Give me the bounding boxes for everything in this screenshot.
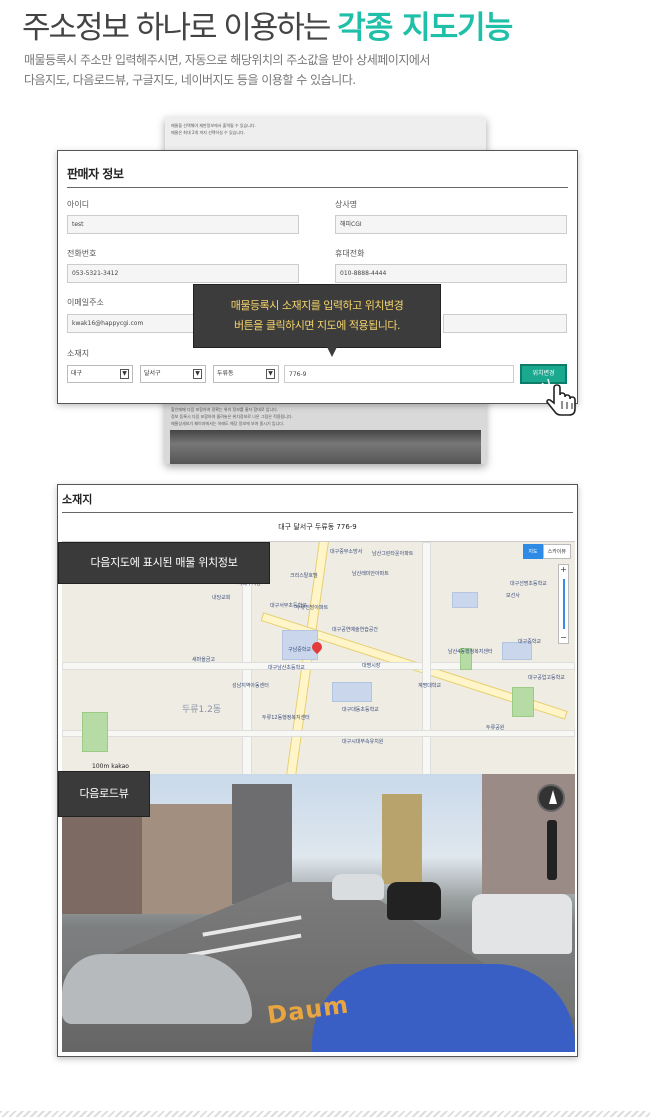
compass-icon[interactable] bbox=[537, 784, 565, 812]
map-label: 두류1.2동 bbox=[182, 705, 222, 715]
mobile-field[interactable]: 010-8888-4444 bbox=[335, 264, 567, 283]
map-label: 내당교회 bbox=[212, 595, 231, 601]
dong-select-value: 두류동 bbox=[217, 370, 234, 377]
chevron-down-icon: ▼ bbox=[120, 369, 129, 379]
zoom-out-button[interactable]: − bbox=[559, 633, 568, 643]
map-road bbox=[422, 542, 431, 774]
phone-label: 전화번호 bbox=[67, 249, 97, 258]
background-note-4: 정보 등록시 다음 포함하여 올려놓은 위치정보로 나온 그림은 적용됩니다. bbox=[171, 414, 293, 419]
map-label: 대구중부소방서 bbox=[330, 549, 363, 555]
map-label: 대구중학교 bbox=[518, 639, 542, 645]
background-photo bbox=[170, 430, 481, 464]
dong-select[interactable]: 두류동 ▼ bbox=[213, 365, 279, 383]
id-label: 아이디 bbox=[67, 200, 90, 209]
hero-desc-line-2: 다음지도, 다음로드뷰, 구글지도, 네이버지도 등을 이용할 수 있습니다. bbox=[24, 73, 356, 87]
map-label: 두류12동행정복지센터 bbox=[262, 715, 310, 721]
location-divider bbox=[62, 512, 573, 513]
map-road bbox=[62, 730, 575, 737]
chevron-down-icon: ▼ bbox=[266, 369, 275, 379]
map-label: 남산4동행정복지센터 bbox=[448, 649, 493, 655]
id-field[interactable]: test bbox=[67, 215, 299, 234]
city-select-value: 대구 bbox=[71, 370, 83, 377]
location-title: 소재지 bbox=[62, 493, 93, 506]
map-label: 대구공업고등학교 bbox=[528, 675, 565, 681]
background-note-3: 할인매매 다음 포함하여 정확는 위치 정보를 줄자 함대로 입니다. bbox=[171, 407, 279, 412]
map-zoom-control: + − bbox=[558, 564, 569, 644]
email-extra-field[interactable] bbox=[443, 314, 567, 333]
hero-title: 주소정보 하나로 이용하는 각종 지도기능 bbox=[22, 2, 513, 47]
company-field[interactable]: 해피CGI bbox=[335, 215, 567, 234]
tooltip-line-1: 매물등록시 소재지를 입력하고 위치변경 bbox=[230, 299, 404, 312]
roadview-zoom-control[interactable] bbox=[547, 820, 557, 880]
district-select-value: 달서구 bbox=[144, 370, 161, 377]
background-note-2: 매물은 최대 2개 까지 선택하실 수 있습니다. bbox=[171, 130, 246, 135]
map-type-toggle: 지도 스카이뷰 bbox=[523, 544, 571, 559]
background-note-1: 매물을 선택해야 재판정보에서 출력될 수 있습니다. bbox=[171, 123, 256, 128]
map-label: 새마을금고 bbox=[192, 657, 216, 663]
seller-info-panel: 판매자 정보 아이디 test 상사명 해피CGI 전화번호 053-5321-… bbox=[57, 150, 578, 404]
email-field[interactable]: kwak16@happycgi.com bbox=[67, 314, 197, 333]
roadview-car bbox=[472, 894, 572, 954]
map-label: 대구시대부속유치원 bbox=[342, 739, 384, 745]
mobile-label: 휴대전화 bbox=[335, 249, 365, 258]
roadview-caption-tag: 다음로드뷰 bbox=[58, 771, 150, 817]
hero-description: 매물등록시 주소만 입력해주시면, 자동으로 해당위치의 주소값을 받아 상세페… bbox=[24, 50, 584, 90]
company-label: 상사명 bbox=[335, 200, 358, 209]
roadview-car bbox=[387, 882, 441, 920]
chevron-down-icon: ▼ bbox=[193, 369, 202, 379]
tooltip-line-2: 버튼을 클릭하시면 지도에 적용됩니다. bbox=[234, 319, 400, 332]
district-select[interactable]: 달서구 ▼ bbox=[140, 365, 206, 383]
map-label: 두류공원 bbox=[486, 725, 505, 731]
map-label: 구남중학교 bbox=[288, 647, 312, 653]
hero-title-plain: 주소정보 하나로 이용하는 bbox=[22, 10, 331, 46]
email-label: 이메일주소 bbox=[67, 298, 104, 307]
zoom-slider[interactable] bbox=[563, 579, 565, 629]
hand-cursor-icon bbox=[539, 378, 576, 416]
map-label: 성남지역아동센터 bbox=[232, 683, 269, 689]
map-caption-tag: 다음지도에 표시된 매물 위치정보 bbox=[58, 542, 270, 584]
instruction-tooltip: 매물등록시 소재지를 입력하고 위치변경 버튼을 클릭하시면 지도에 적용됩니다… bbox=[193, 284, 441, 357]
kakao-logo: kakao bbox=[111, 763, 129, 770]
map-label: 대구남산초등학교 bbox=[268, 665, 305, 671]
map-label: 남산그린타운아파트 bbox=[372, 551, 414, 557]
map-road bbox=[62, 662, 575, 670]
roadview-building bbox=[382, 794, 422, 884]
map-park bbox=[82, 712, 108, 752]
map-label: 대구공연예술연습공간 bbox=[332, 627, 379, 633]
map-label: 대구대동초등학교 bbox=[342, 707, 379, 713]
map-label: 대구선명초등학교 bbox=[510, 581, 547, 587]
roadview-building bbox=[142, 804, 232, 914]
map-type-map-button[interactable]: 지도 bbox=[523, 544, 543, 559]
map-label: 두류진방아파트 bbox=[296, 605, 329, 611]
map-label: 대명시장 bbox=[362, 663, 381, 669]
map-block bbox=[452, 592, 478, 608]
bottom-divider bbox=[0, 1111, 650, 1117]
roadview-car bbox=[332, 874, 384, 900]
map-type-skyview-button[interactable]: 스카이뷰 bbox=[542, 544, 571, 559]
map-block bbox=[332, 682, 372, 702]
map-scale-distance: 100m bbox=[92, 763, 110, 770]
location-address: 대구 달서구 두류동 776-9 bbox=[278, 523, 357, 531]
title-divider bbox=[67, 187, 568, 188]
roadview-car bbox=[62, 954, 252, 1024]
roadview-daum-car bbox=[312, 964, 575, 1052]
tooltip-tail bbox=[327, 347, 337, 357]
city-select[interactable]: 대구 ▼ bbox=[67, 365, 133, 383]
address-detail-field[interactable]: 776-9 bbox=[284, 365, 514, 383]
hero-title-accent: 각종 지도기능 bbox=[337, 10, 513, 46]
phone-field[interactable]: 053-5321-3412 bbox=[67, 264, 299, 283]
map-label: 남산래미안아파트 bbox=[352, 571, 389, 577]
seller-info-title: 판매자 정보 bbox=[67, 167, 124, 181]
zoom-in-button[interactable]: + bbox=[559, 565, 568, 575]
map-park bbox=[512, 687, 534, 717]
hero-desc-line-1: 매물등록시 주소만 입력해주시면, 자동으로 해당위치의 주소값을 받아 상세페… bbox=[24, 53, 430, 67]
map-label: 보선사 bbox=[506, 593, 520, 599]
map-label: 크리스탈호텔 bbox=[290, 573, 318, 579]
map-scale: 100m kakao bbox=[92, 763, 129, 770]
location-label: 소재지 bbox=[67, 349, 90, 358]
background-note-5: 매물상세보기 페이지에서는 아래도 해당 정보에 보여 중시기 입니다. bbox=[171, 421, 285, 426]
map-label: 계명대학교 bbox=[418, 683, 442, 689]
